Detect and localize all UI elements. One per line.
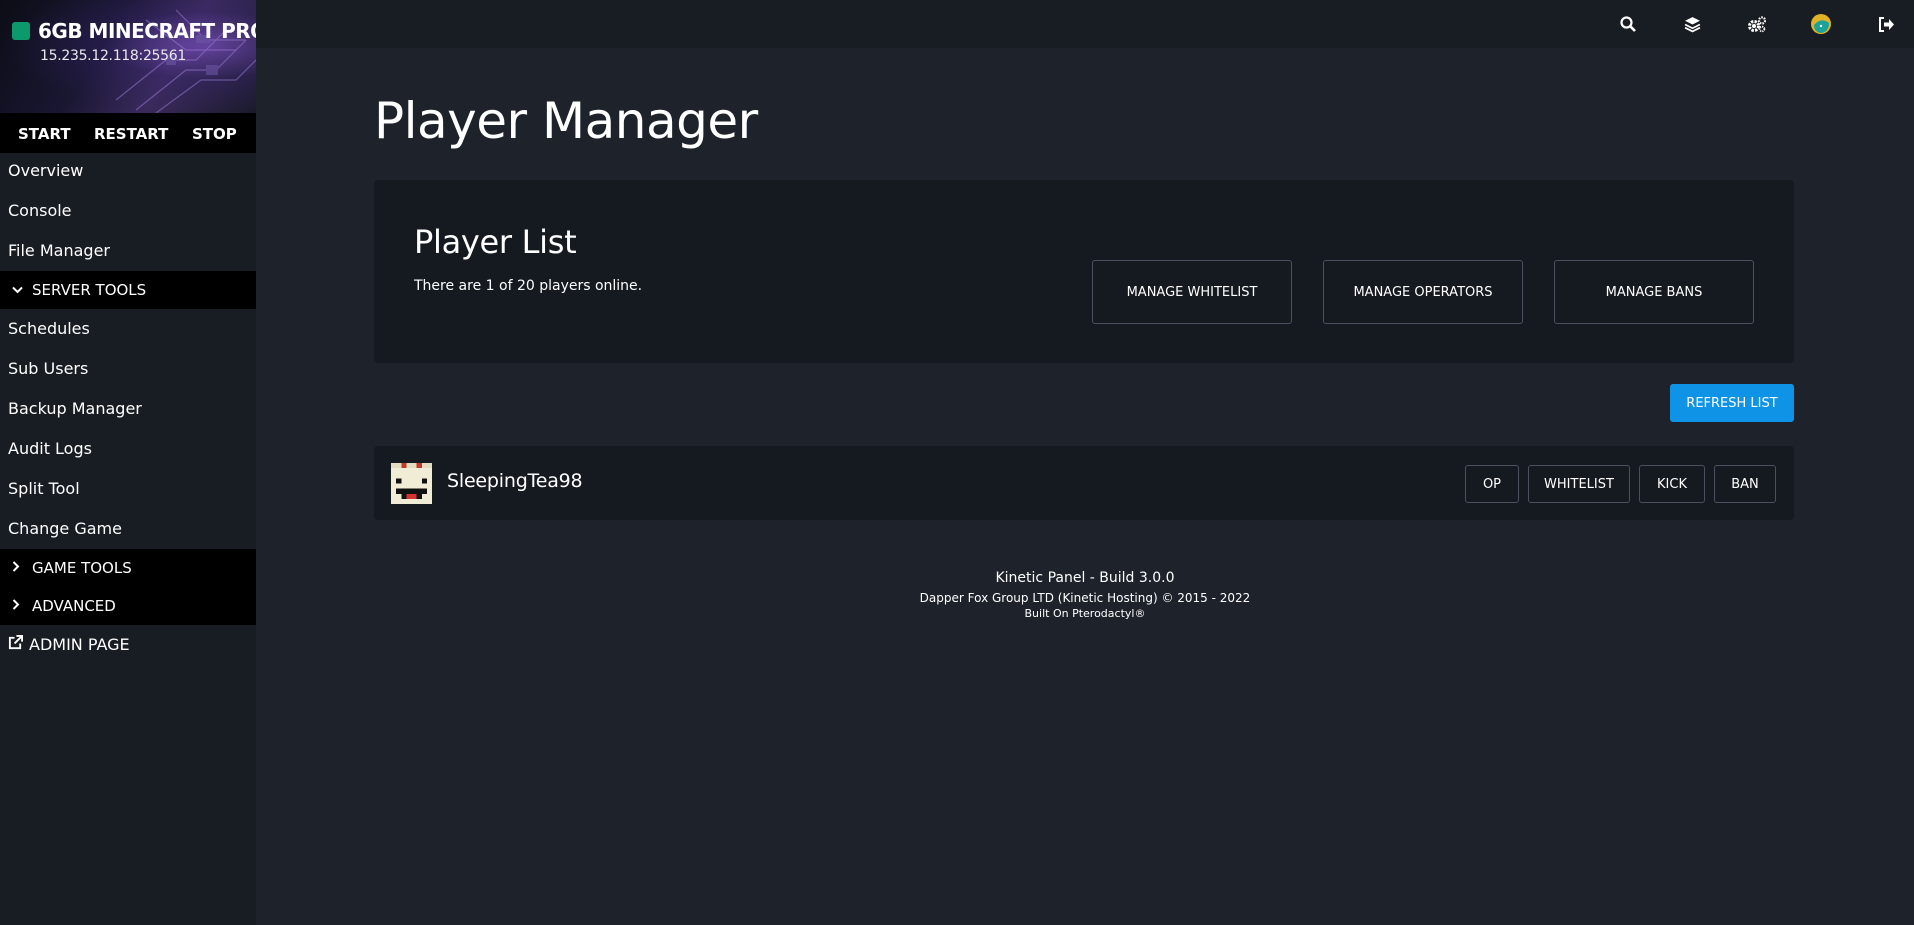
card-title: Player List <box>414 223 577 261</box>
sidebar-item-audit-logs[interactable]: Audit Logs <box>0 429 256 469</box>
footer: Kinetic Panel - Build 3.0.0 Dapper Fox G… <box>256 568 1914 622</box>
player-row: SleepingTea98 OP WHITELIST KICK BAN <box>374 446 1794 520</box>
ban-button[interactable]: BAN <box>1714 465 1776 503</box>
gears-icon[interactable] <box>1745 12 1769 36</box>
footer-copyright: Dapper Fox Group LTD (Kinetic Hosting) ©… <box>919 591 1251 605</box>
sidebar-item-admin-page[interactable]: ADMIN PAGE <box>0 625 256 665</box>
start-button[interactable]: START <box>18 125 71 143</box>
logout-icon[interactable] <box>1874 12 1898 36</box>
server-header: 6GB MINECRAFT PRO 15.235.12.118:25561 <box>0 0 256 113</box>
search-icon[interactable] <box>1616 12 1640 36</box>
topbar <box>256 0 1914 48</box>
server-ip: 15.235.12.118:25561 <box>40 48 186 64</box>
sidebar-section-label: SERVER TOOLS <box>32 281 147 299</box>
server-status-indicator <box>12 22 30 40</box>
power-controls: START RESTART STOP <box>0 113 256 153</box>
footer-build: Kinetic Panel - Build 3.0.0 <box>995 570 1175 586</box>
avatar-icon[interactable] <box>1809 12 1833 36</box>
layers-icon[interactable] <box>1680 12 1704 36</box>
page-title: Player Manager <box>374 92 758 150</box>
sidebar-section-label: ADVANCED <box>32 597 116 615</box>
sidebar: 6GB MINECRAFT PRO 15.235.12.118:25561 ST… <box>0 0 256 925</box>
admin-page-label: ADMIN PAGE <box>29 635 130 654</box>
players-online-count: There are 1 of 20 players online. <box>414 278 643 294</box>
chevron-right-icon <box>12 549 26 587</box>
sidebar-item-split-tool[interactable]: Split Tool <box>0 469 256 509</box>
footer-built-on: Built On Pterodactyl® <box>1024 607 1146 620</box>
player-list-card: Player List There are 1 of 20 players on… <box>374 180 1794 363</box>
sidebar-item-overview[interactable]: Overview <box>0 151 256 191</box>
stop-button[interactable]: STOP <box>192 125 237 143</box>
manage-whitelist-button[interactable]: MANAGE WHITELIST <box>1092 260 1292 324</box>
sidebar-section-server-tools[interactable]: SERVER TOOLS <box>0 271 256 309</box>
sidebar-nav: Overview Console File Manager SERVER TOO… <box>0 151 256 665</box>
sidebar-section-advanced[interactable]: ADVANCED <box>0 587 256 625</box>
player-avatar <box>391 463 432 504</box>
manage-bans-button[interactable]: MANAGE BANS <box>1554 260 1754 324</box>
sidebar-section-game-tools[interactable]: GAME TOOLS <box>0 549 256 587</box>
sidebar-item-console[interactable]: Console <box>0 191 256 231</box>
external-link-icon <box>8 625 23 665</box>
chevron-right-icon <box>12 587 26 625</box>
whitelist-button[interactable]: WHITELIST <box>1528 465 1630 503</box>
sidebar-item-backup-manager[interactable]: Backup Manager <box>0 389 256 429</box>
player-name: SleepingTea98 <box>447 470 583 492</box>
restart-button[interactable]: RESTART <box>94 125 168 143</box>
refresh-list-button[interactable]: REFRESH LIST <box>1670 384 1794 422</box>
op-button[interactable]: OP <box>1465 465 1519 503</box>
sidebar-item-sub-users[interactable]: Sub Users <box>0 349 256 389</box>
sidebar-item-file-manager[interactable]: File Manager <box>0 231 256 271</box>
manage-operators-button[interactable]: MANAGE OPERATORS <box>1323 260 1523 324</box>
server-name: 6GB MINECRAFT PRO <box>38 19 256 43</box>
chevron-down-icon <box>12 271 26 309</box>
kick-button[interactable]: KICK <box>1639 465 1705 503</box>
sidebar-item-change-game[interactable]: Change Game <box>0 509 256 549</box>
sidebar-item-schedules[interactable]: Schedules <box>0 309 256 349</box>
sidebar-section-label: GAME TOOLS <box>32 559 132 577</box>
